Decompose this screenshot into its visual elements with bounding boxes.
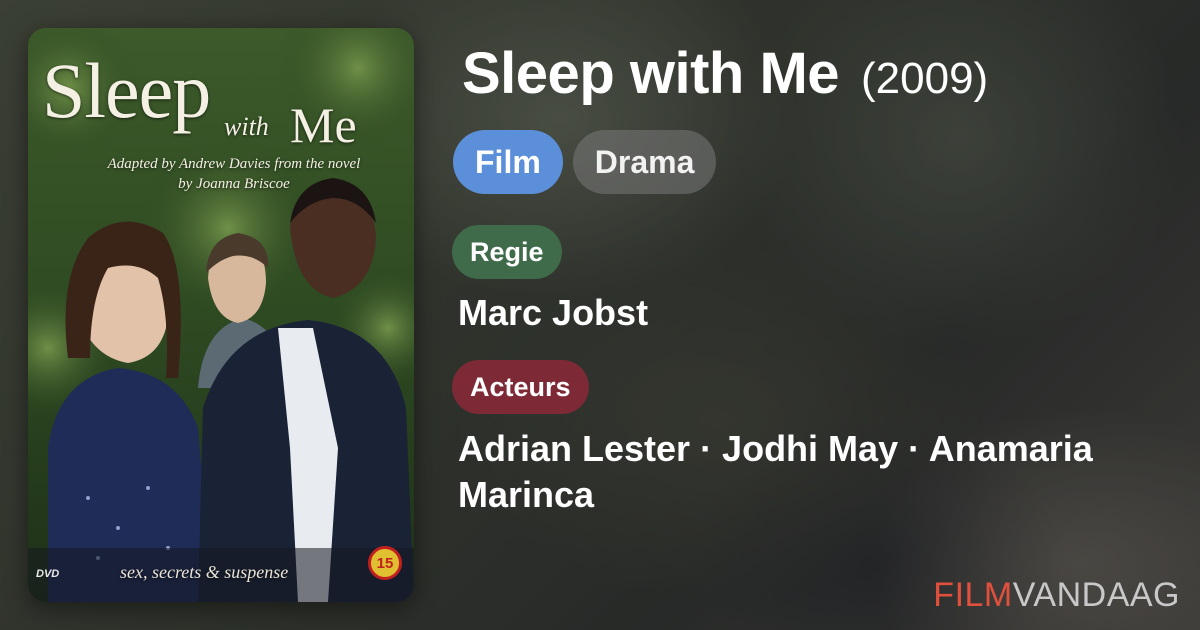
tag-film[interactable]: Film <box>453 130 563 194</box>
genre-tags: Film Drama <box>453 130 717 194</box>
filmvandaag-logo[interactable]: FILMVANDAAG <box>933 576 1180 615</box>
poster-title-me: Me <box>290 97 357 153</box>
brand-part-film: FILM <box>933 576 1013 614</box>
movie-poster[interactable]: Sleep with Me Adapted by Andrew Davies f… <box>28 28 414 602</box>
age-rating-badge: 15 <box>368 546 402 580</box>
poster-title-with: with <box>224 112 269 141</box>
poster-title-sleep: Sleep <box>42 47 211 134</box>
director-label: Regie <box>452 225 562 279</box>
tag-drama[interactable]: Drama <box>572 130 717 194</box>
actors-list[interactable]: Adrian Lester · Jodhi May · Anamaria Mar… <box>458 426 1158 518</box>
poster-credit-line2: by Joanna Briscoe <box>178 176 290 192</box>
brand-part-vandaag: VANDAAG <box>1012 576 1180 614</box>
actors-label: Acteurs <box>452 360 589 414</box>
dvd-logo: DVD <box>36 568 60 580</box>
poster-credit: Adapted by Andrew Davies from the novel … <box>84 154 384 194</box>
poster-credit-line1: Adapted by Andrew Davies from the novel <box>107 156 361 172</box>
movie-year: (2009) <box>861 54 989 103</box>
movie-title-row: Sleep with Me (2009) <box>462 40 988 107</box>
poster-tagline: sex, secrets & suspense <box>120 562 289 582</box>
director-name[interactable]: Marc Jobst <box>458 290 648 336</box>
movie-title: Sleep with Me <box>462 41 840 106</box>
